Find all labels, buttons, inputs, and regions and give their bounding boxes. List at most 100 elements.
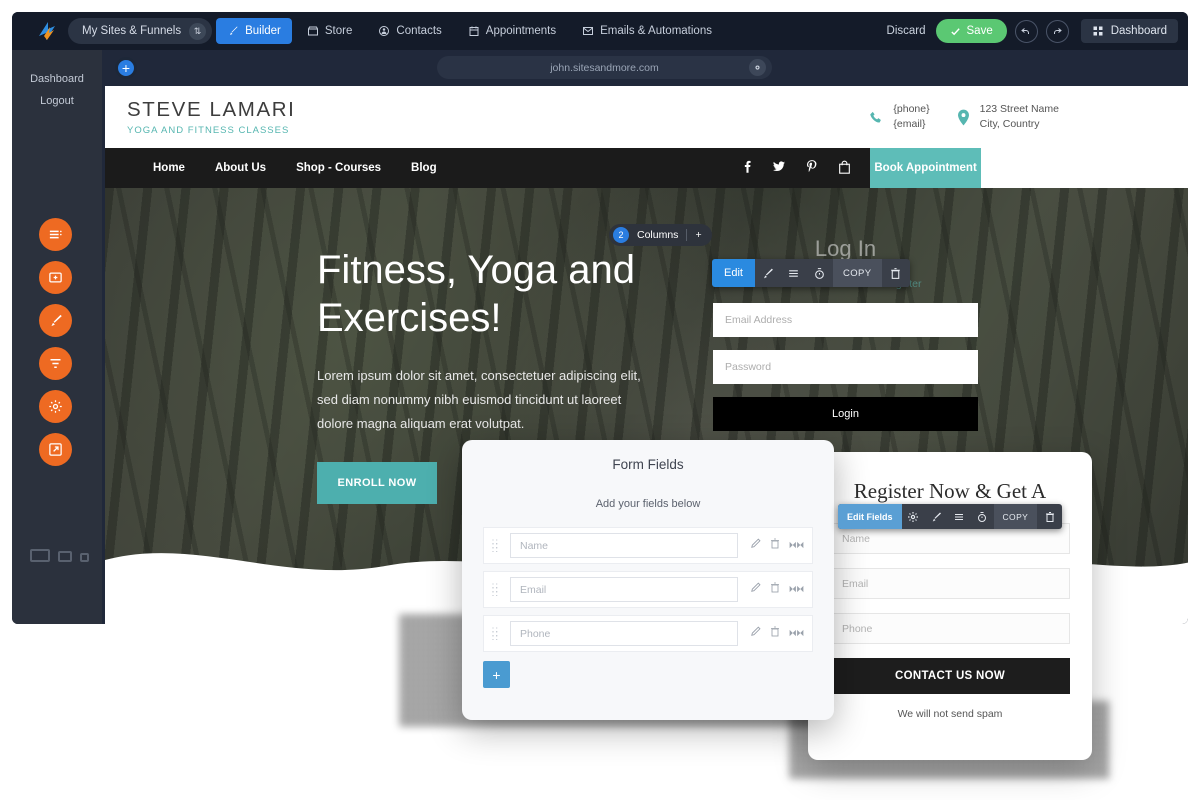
trash-icon[interactable]	[882, 259, 910, 287]
pencil-icon[interactable]	[748, 537, 761, 555]
filter-icon[interactable]	[39, 347, 72, 380]
calendar-icon	[469, 26, 479, 36]
tab-emails-automations[interactable]: Emails & Automations	[571, 18, 723, 44]
sidebar-item-dashboard[interactable]: Dashboard	[12, 68, 102, 90]
login-submit-button[interactable]: Login	[713, 397, 978, 431]
trash-icon[interactable]	[1037, 504, 1062, 529]
add-field-button[interactable]: +	[483, 661, 510, 688]
swap-icon[interactable]: ⇅	[189, 22, 207, 40]
brush-icon	[230, 26, 238, 35]
navbar-social-icons	[744, 160, 870, 177]
brush-icon[interactable]	[925, 504, 948, 529]
address-line-1: 123 Street Name	[979, 103, 1059, 115]
timer-icon[interactable]	[807, 259, 833, 287]
external-link-icon[interactable]	[39, 433, 72, 466]
save-button[interactable]: Save	[935, 19, 1007, 43]
columns-badge[interactable]: 2 Columns +	[609, 224, 712, 246]
top-toolbar: My Sites & Funnels ⇅ Builder Store Conta…	[12, 12, 1188, 50]
form-field-row: ∷ ∷ ∷ Email	[483, 571, 813, 608]
copy-button[interactable]: COPY	[993, 504, 1038, 529]
field-email-input[interactable]: Email	[510, 577, 738, 602]
site-url-text: john.sitesandmore.com	[550, 61, 659, 74]
move-icon[interactable]	[789, 625, 804, 643]
tab-builder[interactable]: Builder	[216, 18, 292, 44]
form-field-row: ∷ ∷ ∷ Phone	[483, 615, 813, 652]
menu-icon[interactable]	[948, 504, 971, 529]
trash-icon[interactable]	[769, 581, 781, 599]
add-column-button[interactable]: +	[695, 229, 701, 241]
url-settings-gear-icon[interactable]	[749, 59, 766, 76]
copy-button[interactable]: COPY	[832, 259, 882, 287]
workspace-selector[interactable]: My Sites & Funnels ⇅	[68, 18, 213, 44]
undo-button[interactable]	[1014, 19, 1038, 43]
register-card-footnote: We will not send spam	[897, 708, 1003, 720]
sidebar-links: Dashboard Logout	[12, 50, 102, 112]
enroll-now-button[interactable]: ENROLL NOW	[317, 462, 437, 504]
nav-link-about-us[interactable]: About Us	[215, 162, 266, 174]
dashboard-label: Dashboard	[1110, 25, 1167, 37]
field-name-input[interactable]: Name	[510, 533, 738, 558]
tab-contacts-label: Contacts	[396, 25, 442, 37]
header-phone-block[interactable]: {phone} {email}	[869, 102, 930, 132]
trash-icon[interactable]	[769, 537, 781, 555]
pencil-icon[interactable]	[748, 625, 761, 643]
cart-icon[interactable]	[839, 160, 851, 177]
sidebar-tool-icons	[39, 218, 72, 476]
modal-subtitle: Add your fields below	[595, 498, 701, 510]
menu-icon[interactable]	[781, 259, 807, 287]
trash-icon[interactable]	[769, 625, 781, 643]
register-phone-input[interactable]: Phone	[830, 613, 1070, 644]
mobile-preview-icon[interactable]	[80, 553, 89, 562]
nav-link-shop-courses[interactable]: Shop - Courses	[296, 162, 381, 174]
desktop-preview-icon[interactable]	[30, 549, 50, 562]
drag-handle-icon[interactable]: ∷ ∷ ∷	[492, 581, 506, 598]
gear-icon[interactable]	[39, 390, 72, 423]
form-fields-list: ∷ ∷ ∷ Name ∷ ∷ ∷ Email ∷ ∷ ∷ Phone	[483, 527, 813, 652]
login-email-input[interactable]: Email Address	[713, 303, 978, 337]
app-logo-icon[interactable]	[34, 18, 60, 44]
brush-icon[interactable]	[39, 304, 72, 337]
gear-icon[interactable]	[902, 504, 925, 529]
move-icon[interactable]	[789, 581, 804, 599]
pinterest-icon[interactable]	[807, 160, 817, 176]
header-address-text: 123 Street Name City, Country	[980, 102, 1059, 132]
sidebar-item-logout[interactable]: Logout	[12, 90, 102, 112]
timer-icon[interactable]	[971, 504, 994, 529]
move-icon[interactable]	[789, 537, 804, 555]
site-brand[interactable]: STEVE LAMARI YOGA AND FITNESS CLASSES	[127, 98, 295, 136]
nav-link-blog[interactable]: Blog	[411, 162, 437, 174]
rows-icon[interactable]	[39, 218, 72, 251]
add-section-button[interactable]: +	[115, 57, 137, 79]
brush-icon[interactable]	[755, 259, 781, 287]
contact-us-now-button[interactable]: CONTACT US NOW	[830, 658, 1070, 694]
twitter-icon[interactable]	[773, 161, 786, 175]
brand-tagline: YOGA AND FITNESS CLASSES	[127, 125, 290, 136]
add-element-icon[interactable]	[39, 261, 72, 294]
modal-title: Form Fields	[612, 457, 684, 472]
tab-appointments[interactable]: Appointments	[457, 18, 567, 44]
header-address-block[interactable]: 123 Street Name City, Country	[956, 102, 1059, 132]
site-url-bar[interactable]: john.sitesandmore.com	[437, 56, 772, 79]
dashboard-button[interactable]: Dashboard	[1080, 19, 1178, 43]
navbar-inner: Home About Us Shop - Courses Blog	[105, 160, 870, 177]
tablet-preview-icon[interactable]	[58, 551, 72, 562]
workspace-label: My Sites & Funnels	[82, 25, 182, 37]
book-appointment-button[interactable]: Book Appointment	[870, 148, 981, 188]
map-pin-icon	[957, 109, 969, 125]
facebook-icon[interactable]	[744, 160, 751, 176]
nav-link-home[interactable]: Home	[153, 162, 185, 174]
pencil-icon[interactable]	[748, 581, 761, 599]
edit-fields-button[interactable]: Edit Fields	[838, 504, 902, 529]
tab-store[interactable]: Store	[296, 18, 364, 44]
field-phone-input[interactable]: Phone	[510, 621, 738, 646]
drag-handle-icon[interactable]: ∷ ∷ ∷	[492, 625, 506, 642]
tab-contacts[interactable]: Contacts	[367, 18, 452, 44]
discard-button[interactable]: Discard	[887, 25, 926, 37]
drag-handle-icon[interactable]: ∷ ∷ ∷	[492, 537, 506, 554]
login-password-input[interactable]: Password	[713, 350, 978, 384]
register-email-input[interactable]: Email	[830, 568, 1070, 599]
register-now-card: Register Now & Get A Name Email Phone CO…	[808, 452, 1092, 760]
edit-button[interactable]: Edit	[712, 259, 755, 287]
save-label: Save	[966, 25, 993, 37]
redo-button[interactable]	[1045, 19, 1069, 43]
